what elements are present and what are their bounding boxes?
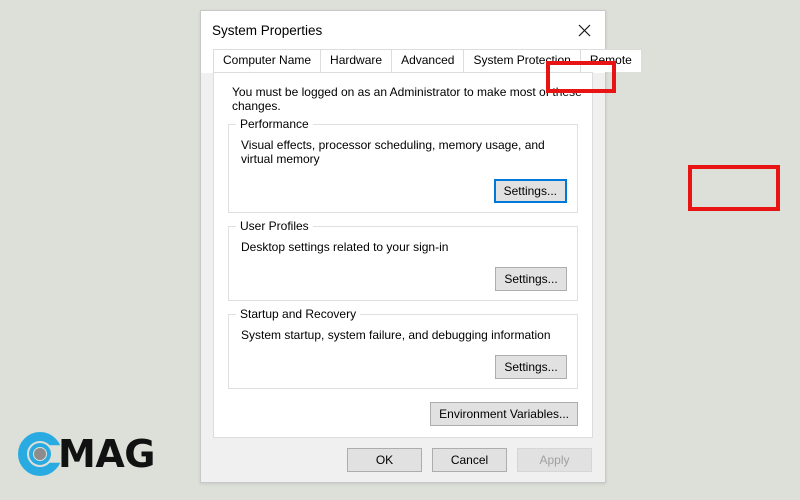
dialog-title: System Properties (212, 22, 323, 38)
tab-remote[interactable]: Remote (579, 49, 642, 72)
system-properties-dialog: System Properties Computer Name Hardware… (200, 10, 780, 483)
tab-system-protection[interactable]: System Protection (463, 49, 581, 72)
tab-computer-name[interactable]: Computer Name (213, 49, 322, 72)
apply-button: Apply (517, 448, 592, 472)
tabstrip: Computer Name Hardware Advanced System P… (213, 49, 642, 73)
cancel-button[interactable]: Cancel (432, 448, 507, 472)
performance-settings-button[interactable]: Settings... (493, 179, 567, 203)
performance-button-row: Settings... (239, 179, 567, 203)
watermark-logo: MAG (18, 424, 188, 484)
user-profiles-group: User Profiles Desktop settings related t… (228, 219, 578, 301)
advanced-tab-panel: You must be logged on as an Administrato… (213, 73, 593, 438)
watermark-brand-text: MAG (58, 432, 155, 476)
tab-advanced[interactable]: Advanced (391, 49, 465, 72)
user-profiles-settings-button[interactable]: Settings... (495, 267, 567, 291)
cmag-logo-mark (18, 432, 62, 476)
highlight-box-performance-settings (688, 165, 780, 211)
performance-group-label: Performance (236, 117, 313, 131)
environment-variables-row: Environment Variables... (228, 402, 578, 426)
startup-recovery-settings-button[interactable]: Settings... (495, 355, 567, 379)
tab-hardware[interactable]: Hardware (320, 49, 393, 72)
startup-recovery-group-label: Startup and Recovery (236, 307, 361, 321)
ok-button[interactable]: OK (347, 448, 422, 472)
logo-center-dot (34, 448, 46, 460)
performance-description: Visual effects, processor scheduling, me… (241, 138, 545, 166)
dialog-titlebar: System Properties (201, 11, 605, 49)
tabstrip-container: Computer Name Hardware Advanced System P… (201, 49, 642, 73)
user-profiles-group-label: User Profiles (236, 219, 313, 233)
environment-variables-button[interactable]: Environment Variables... (430, 402, 578, 426)
startup-recovery-group: Startup and Recovery System startup, sys… (228, 307, 578, 389)
dialog-footer: OK Cancel Apply (201, 438, 605, 482)
startup-recovery-button-row: Settings... (239, 355, 567, 379)
performance-group: Performance Visual effects, processor sc… (228, 117, 578, 213)
close-icon[interactable] (563, 11, 605, 49)
user-profiles-button-row: Settings... (239, 267, 567, 291)
